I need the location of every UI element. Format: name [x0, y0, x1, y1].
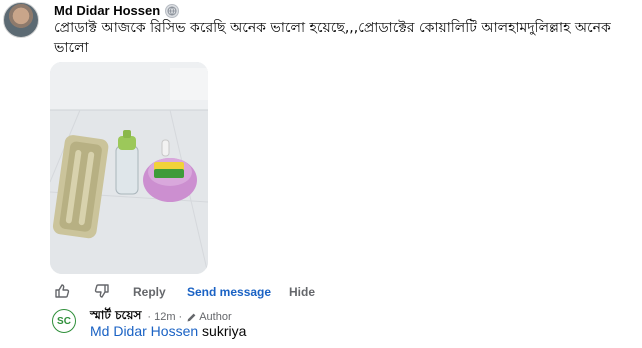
comment-header: Md Didar Hossen [54, 3, 180, 18]
reply-button[interactable]: Reply [133, 285, 166, 299]
send-message-button[interactable]: Send message [187, 285, 271, 299]
thumbs-up-icon[interactable] [53, 282, 71, 300]
author-badge: Author [186, 311, 232, 323]
reply-text: Md Didar Hossen sukriya [90, 323, 246, 339]
commenter-avatar[interactable] [3, 2, 39, 38]
thumbs-down-icon[interactable] [93, 282, 111, 300]
comment-text: প্রোডাক্ট আজকে রিসিভ করেছি অনেক ভালো হয়… [54, 20, 616, 56]
reply-message: sukriya [198, 323, 247, 339]
pencil-icon [187, 313, 196, 321]
hide-button[interactable]: Hide [289, 285, 315, 299]
reply-timestamp[interactable]: · 12m · [147, 311, 182, 323]
globe-icon [165, 3, 180, 18]
author-label: Author [199, 311, 232, 323]
attached-photo[interactable] [50, 62, 208, 274]
page-avatar[interactable]: SC [52, 309, 76, 333]
commenter-name[interactable]: Md Didar Hossen [54, 3, 160, 18]
mention-link[interactable]: Md Didar Hossen [90, 323, 198, 339]
